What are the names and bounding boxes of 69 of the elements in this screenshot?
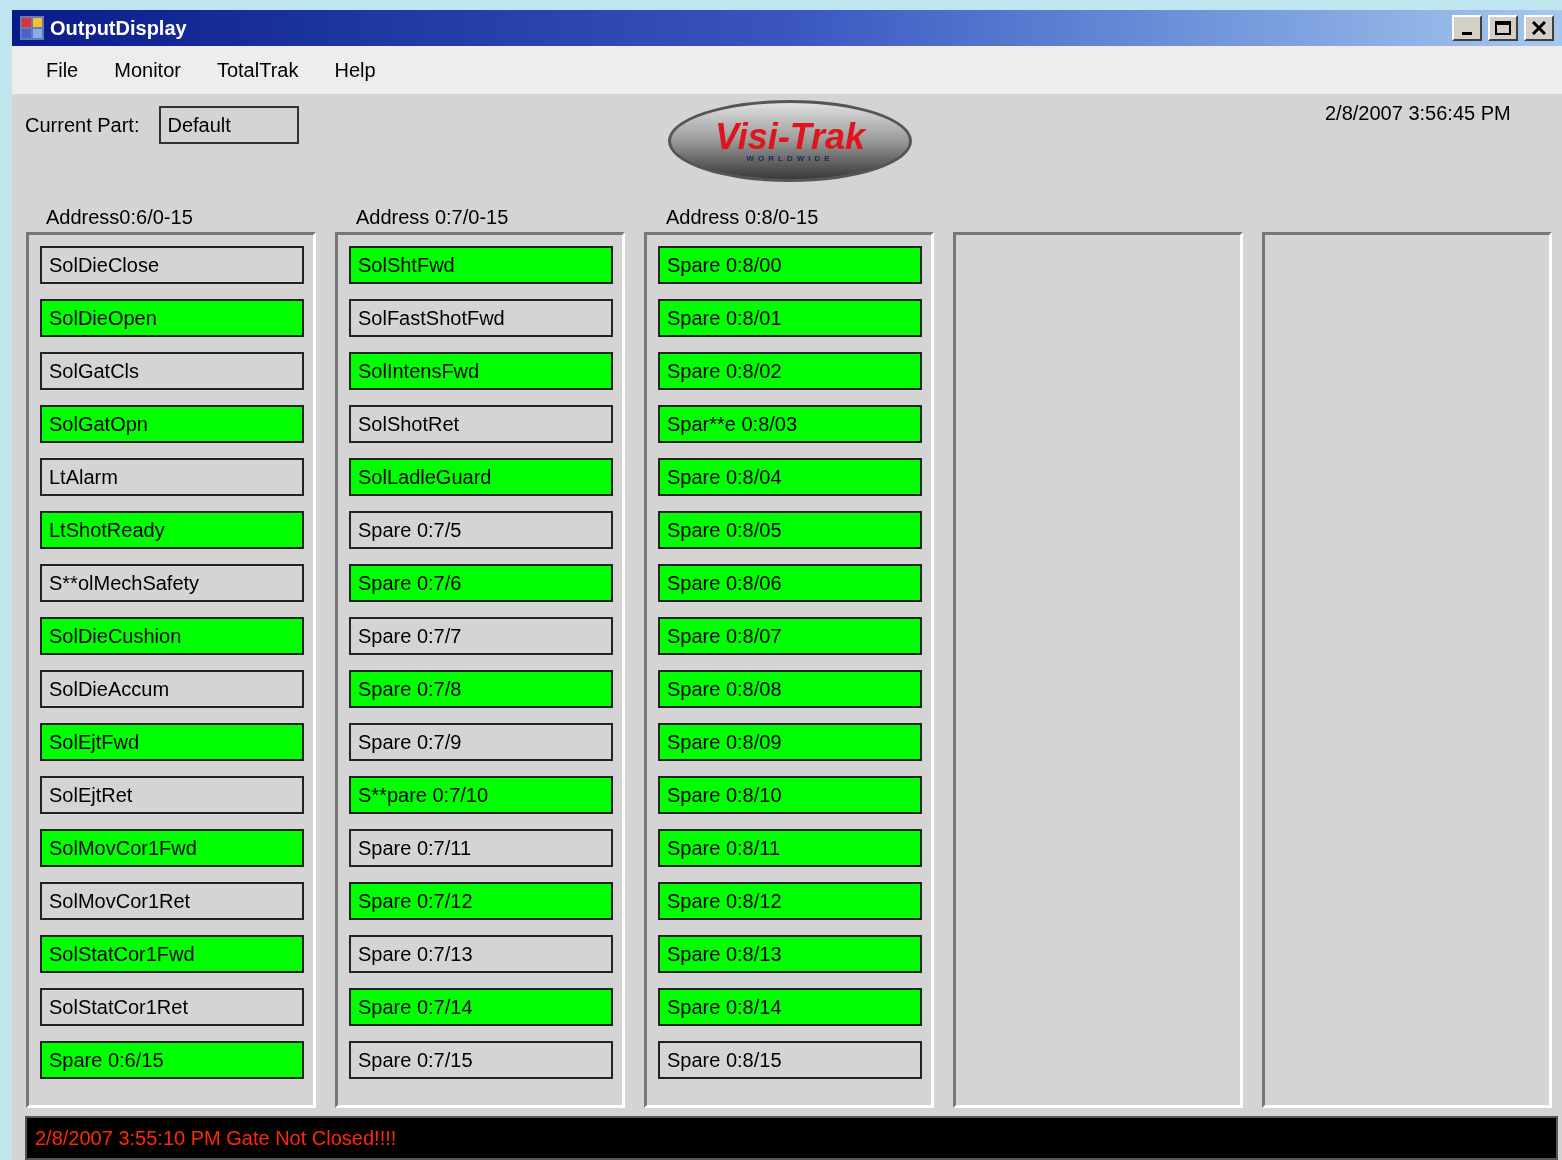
minimize-icon	[1462, 32, 1472, 35]
output-indicator: SolStatCor1Ret	[40, 988, 304, 1026]
output-indicator: Spare 0:7/12	[349, 882, 613, 920]
output-indicator: LtAlarm	[40, 458, 304, 496]
output-indicator: Spare 0:8/01	[658, 299, 922, 337]
address-heading: Address 0:8/0-15	[666, 206, 819, 228]
output-indicator: SolEjtRet	[40, 776, 304, 814]
output-indicator: S**olMechSafety	[40, 564, 304, 602]
output-indicator: Spare 0:8/13	[658, 935, 922, 973]
menu-item[interactable]: Help	[334, 55, 376, 85]
window-title: OutputDisplay	[50, 16, 187, 41]
output-indicator: Spare 0:8/05	[658, 511, 922, 549]
output-indicator: SolDieCushion	[40, 617, 304, 655]
output-indicator: SolIntensFwd	[349, 352, 613, 390]
minimize-button[interactable]	[1452, 15, 1482, 41]
maximize-icon	[1495, 21, 1511, 35]
output-indicator: Spare 0:6/15	[40, 1041, 304, 1079]
output-indicator: SolDieAccum	[40, 670, 304, 708]
output-indicator: Spare 0:8/11	[658, 829, 922, 867]
status-message: 2/8/2007 3:55:10 PM Gate Not Closed!!!!	[35, 1126, 397, 1151]
output-indicator: Spare 0:7/9	[349, 723, 613, 761]
app-icon	[20, 16, 44, 40]
logo-text: Visi-Trak	[714, 119, 866, 155]
output-indicator: Spare 0:7/6	[349, 564, 613, 602]
output-indicator: Spare 0:7/14	[349, 988, 613, 1026]
output-indicator: Spare 0:7/7	[349, 617, 613, 655]
output-indicator: Spare 0:8/10	[658, 776, 922, 814]
output-indicator: SolMovCor1Ret	[40, 882, 304, 920]
output-indicator: Spare 0:8/15	[658, 1041, 922, 1079]
output-indicator: Spare 0:8/06	[658, 564, 922, 602]
output-indicator: SolStatCor1Fwd	[40, 935, 304, 973]
output-indicator: SolGatCls	[40, 352, 304, 390]
output-indicator: SolDieClose	[40, 246, 304, 284]
address-heading: Address0:6/0-15	[46, 206, 193, 228]
output-indicator: Spare 0:8/07	[658, 617, 922, 655]
output-indicator: SolFastShotFwd	[349, 299, 613, 337]
output-indicator: SolDieOpen	[40, 299, 304, 337]
output-indicator: Spare 0:8/12	[658, 882, 922, 920]
maximize-button[interactable]	[1488, 15, 1518, 41]
output-indicator: SolMovCor1Fwd	[40, 829, 304, 867]
output-indicator: Spare 0:7/13	[349, 935, 613, 973]
output-indicator: SolEjtFwd	[40, 723, 304, 761]
menu-item[interactable]: TotalTrak	[216, 55, 299, 85]
output-indicator: Spare 0:8/00	[658, 246, 922, 284]
current-part-field[interactable]: Default	[159, 106, 300, 144]
close-button[interactable]	[1524, 15, 1554, 41]
output-indicator: Spare 0:7/8	[349, 670, 613, 708]
current-part-label: Current Part:	[25, 113, 140, 138]
close-icon	[1532, 21, 1546, 35]
output-indicator: Spare 0:8/04	[658, 458, 922, 496]
menu-item[interactable]: File	[46, 55, 79, 85]
logo-subtext: WORLDWIDE	[746, 155, 834, 163]
address-heading: Address 0:7/0-15	[356, 206, 509, 228]
output-indicator: Spar**e 0:8/03	[658, 405, 922, 443]
date-time: 2/8/2007 3:56:45 PM	[1325, 102, 1511, 124]
output-indicator: SolLadleGuard	[349, 458, 613, 496]
output-indicator: Spare 0:7/5	[349, 511, 613, 549]
output-indicator: SolShtFwd	[349, 246, 613, 284]
output-indicator: Spare 0:8/09	[658, 723, 922, 761]
output-indicator: SolShotRet	[349, 405, 613, 443]
output-indicator: LtShotReady	[40, 511, 304, 549]
output-indicator: SolGatOpn	[40, 405, 304, 443]
menu-item[interactable]: Monitor	[114, 55, 181, 85]
output-indicator: Spare 0:8/14	[658, 988, 922, 1026]
output-indicator: Spare 0:7/11	[349, 829, 613, 867]
output-indicator: S**pare 0:7/10	[349, 776, 613, 814]
output-indicator: Spare 0:8/08	[658, 670, 922, 708]
output-indicator: Spare 0:7/15	[349, 1041, 613, 1079]
output-indicator: Spare 0:8/02	[658, 352, 922, 390]
